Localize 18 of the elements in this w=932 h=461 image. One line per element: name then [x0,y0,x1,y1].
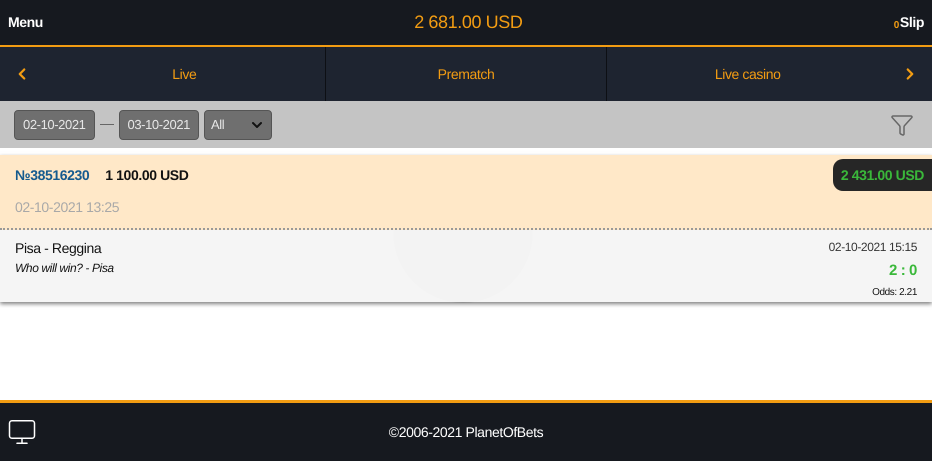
copyright-text: ©2006-2021 PlanetOfBets [388,422,544,442]
event-time: 02-10-2021 15:15 [828,239,917,256]
market-text: Who will win? - Pisa [15,260,114,277]
payout-badge: 2 431.00 USD [832,159,932,191]
filter-icon[interactable] [890,112,914,136]
type-dropdown[interactable]: All [204,110,272,140]
nav-tab[interactable]: Live casino [607,47,888,101]
monitor-icon[interactable] [7,417,37,447]
bet-date: 02-10-2021 13:25 [15,198,120,217]
odds: Odds: 2.21 [872,286,917,300]
bet-stake: 1 100.00 USD [105,166,188,185]
date-to-field[interactable]: 03-10-2021 [118,110,199,140]
balance: 2 681.00 USD [414,11,522,34]
bet-number[interactable]: №38516230 [15,165,90,186]
score: 2 : 0 [888,261,917,281]
date-from-field[interactable]: 02-10-2021 [14,110,94,140]
match-name: Pisa - Reggina [15,239,103,258]
menu-button[interactable]: Menu [8,12,43,33]
